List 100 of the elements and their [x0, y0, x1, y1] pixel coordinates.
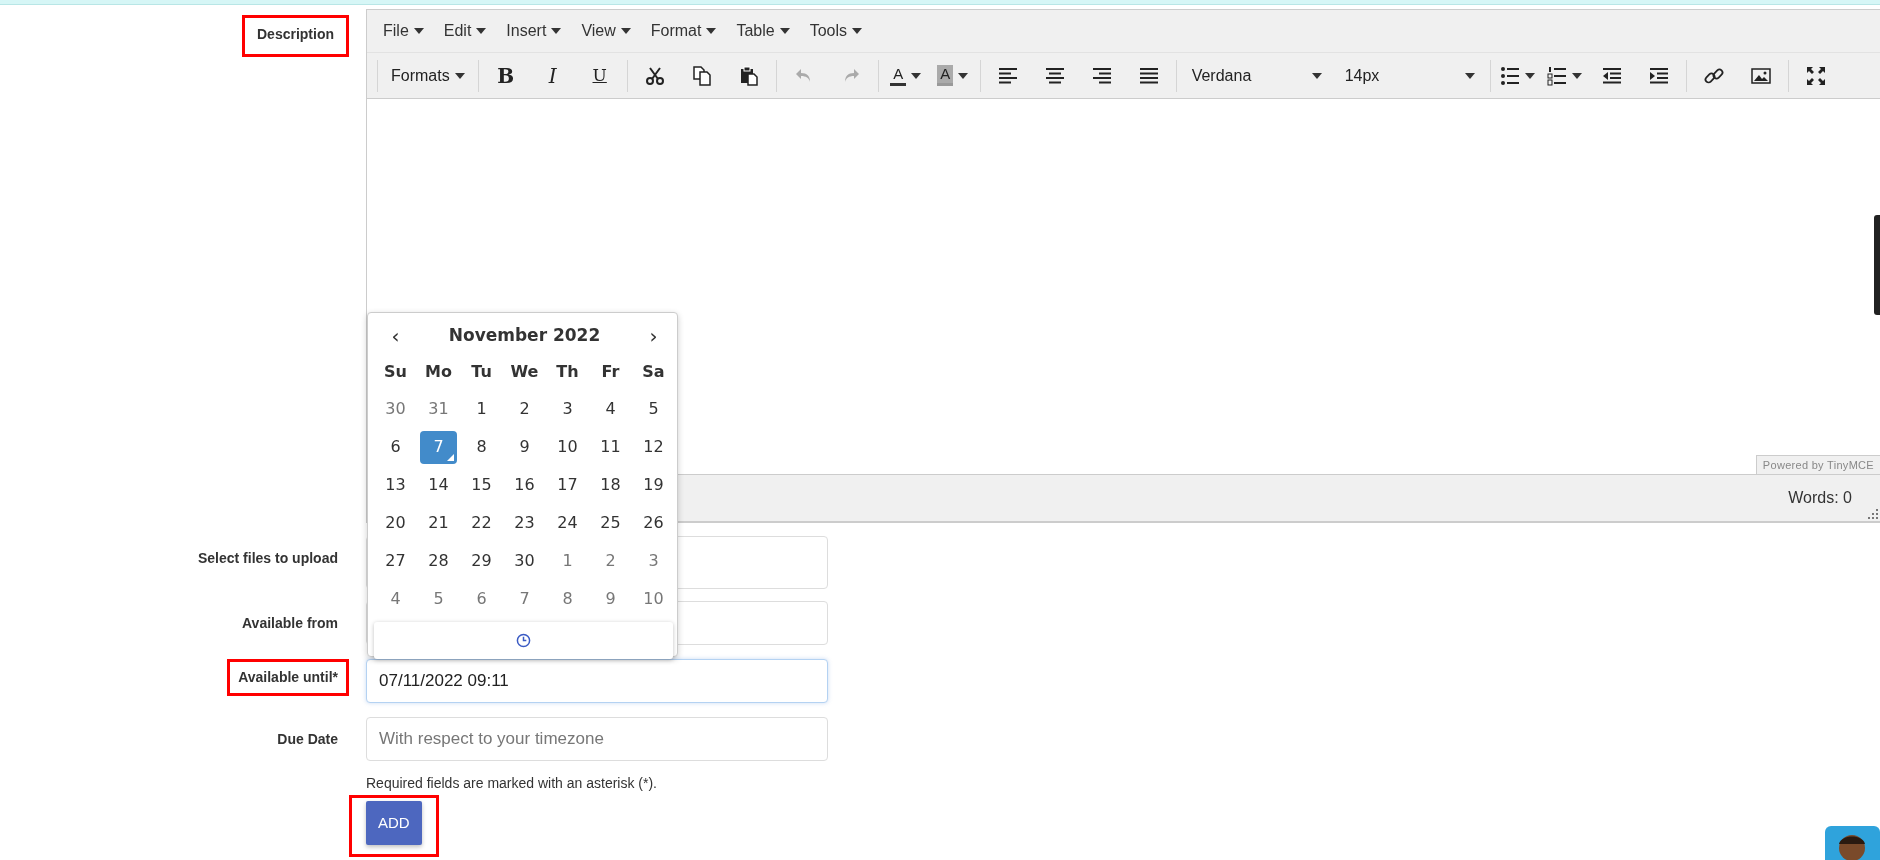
caret-icon: [852, 28, 863, 34]
calendar-day[interactable]: 10: [549, 430, 586, 464]
caret-icon: [1311, 72, 1322, 79]
align-right-icon: [1091, 65, 1112, 86]
word-count: Words: 0: [1788, 488, 1852, 508]
calendar-day[interactable]: 8: [549, 582, 586, 616]
clock-icon: [516, 633, 531, 648]
calendar-day[interactable]: 3: [549, 392, 586, 426]
scissors-icon: [644, 65, 665, 86]
calendar-day[interactable]: 6: [377, 430, 414, 464]
field-label: Select files to upload: [196, 549, 339, 568]
calendar-day[interactable]: 1: [463, 392, 500, 426]
next-month-button[interactable]: ›: [649, 321, 658, 351]
calendar-day[interactable]: 20: [377, 506, 414, 540]
calendar-day[interactable]: 6: [463, 582, 500, 616]
calendar-day[interactable]: 27: [377, 544, 414, 578]
numbered-list-icon: [1547, 65, 1568, 86]
bullet-list-icon: [1500, 65, 1521, 86]
weekday-label: Su: [383, 361, 408, 383]
calendar-day[interactable]: 28: [420, 544, 457, 578]
fullscreen-icon: [1805, 65, 1826, 86]
weekday-label: Mo: [424, 361, 453, 383]
calendar-day[interactable]: 24: [549, 506, 586, 540]
caret-icon: [958, 72, 969, 79]
menu-item[interactable]: Tools: [799, 15, 873, 47]
weekday-label: Tu: [470, 361, 493, 383]
field-label: Available from: [241, 614, 339, 633]
menu-item[interactable]: File: [373, 15, 434, 47]
text-color-button[interactable]: A: [883, 59, 928, 92]
side-handle[interactable]: [1874, 215, 1880, 315]
description-label: Description: [242, 15, 349, 57]
calendar-day[interactable]: 12: [635, 430, 672, 464]
branding-label: Powered by TinyMCE: [1755, 454, 1880, 474]
calendar-day[interactable]: 22: [463, 506, 500, 540]
caret-icon: [911, 72, 922, 79]
calendar-day[interactable]: 25: [592, 506, 629, 540]
resize-handle-icon[interactable]: [1868, 509, 1878, 519]
justify-icon: [1138, 65, 1159, 86]
calendar-day[interactable]: 29: [463, 544, 500, 578]
calendar-day[interactable]: 9: [506, 430, 543, 464]
avatar[interactable]: [1823, 826, 1880, 860]
italic-button[interactable]: I: [530, 59, 575, 92]
align-left-icon: [997, 65, 1018, 86]
weekday-label: Sa: [641, 361, 666, 383]
calendar-day[interactable]: 10: [635, 582, 672, 616]
caret-icon: [1525, 72, 1536, 79]
date-input-field[interactable]: 07/11/2022 09:11: [366, 659, 828, 703]
menu-item[interactable]: Insert: [496, 15, 572, 47]
calendar-day[interactable]: 3: [635, 544, 672, 578]
font-select[interactable]: 14px: [1334, 59, 1485, 92]
menu-item[interactable]: View: [571, 15, 641, 47]
caret-icon: [551, 28, 562, 34]
image-icon: [1750, 65, 1771, 86]
copy-icon: [691, 65, 712, 86]
background-color-button[interactable]: A: [930, 59, 975, 92]
calendar-day[interactable]: 31: [420, 392, 457, 426]
calendar-day[interactable]: 8: [463, 430, 500, 464]
calendar-day[interactable]: 4: [377, 582, 414, 616]
menu-item[interactable]: Format: [640, 15, 727, 47]
calendar-day[interactable]: 2: [592, 544, 629, 578]
caret-icon: [1572, 72, 1583, 79]
calendar-day[interactable]: 9: [592, 582, 629, 616]
caret-icon: [476, 28, 487, 34]
calendar-day[interactable]: 1: [549, 544, 586, 578]
font-select[interactable]: Verdana: [1181, 59, 1332, 92]
caret-icon: [620, 28, 631, 34]
caret-icon: [1464, 72, 1475, 79]
calendar-day[interactable]: 4: [592, 392, 629, 426]
input-field[interactable]: With respect to your timezone: [366, 717, 828, 761]
calendar-day[interactable]: 7: [420, 430, 457, 464]
add-button[interactable]: ADD: [366, 801, 422, 845]
calendar-day[interactable]: 2: [506, 392, 543, 426]
caret-icon: [413, 28, 424, 34]
calendar-day[interactable]: 21: [420, 506, 457, 540]
indent-icon: [1648, 65, 1669, 86]
align-center-icon: [1044, 65, 1065, 86]
menu-item[interactable]: Table: [726, 15, 800, 47]
calendar-day[interactable]: 11: [592, 430, 629, 464]
clipboard-icon: [738, 65, 759, 86]
month-title[interactable]: November 2022: [448, 323, 601, 349]
field-label: Available until*: [227, 659, 349, 696]
outdent-icon: [1601, 65, 1622, 86]
menu-item[interactable]: Edit: [433, 15, 497, 47]
calendar-day[interactable]: 26: [635, 506, 672, 540]
calendar-day[interactable]: 30: [377, 392, 414, 426]
calendar-day[interactable]: 23: [506, 506, 543, 540]
weekday-label: Fr: [600, 361, 621, 383]
previous-month-button[interactable]: ‹: [391, 321, 400, 351]
calendar-day[interactable]: 30: [506, 544, 543, 578]
underline-button[interactable]: U: [577, 59, 622, 92]
calendar-day[interactable]: 5: [420, 582, 457, 616]
caret-icon: [454, 72, 465, 79]
calendar-day[interactable]: 5: [635, 392, 672, 426]
bold-button[interactable]: B: [483, 59, 528, 92]
weekday-label: Th: [555, 361, 580, 383]
link-icon: [1703, 65, 1724, 86]
caret-icon: [779, 28, 790, 34]
formats-dropdown[interactable]: Formats: [383, 59, 473, 92]
calendar-day[interactable]: 7: [506, 582, 543, 616]
required-note: Required fields are marked with an asterisk (*).: [366, 774, 658, 793]
